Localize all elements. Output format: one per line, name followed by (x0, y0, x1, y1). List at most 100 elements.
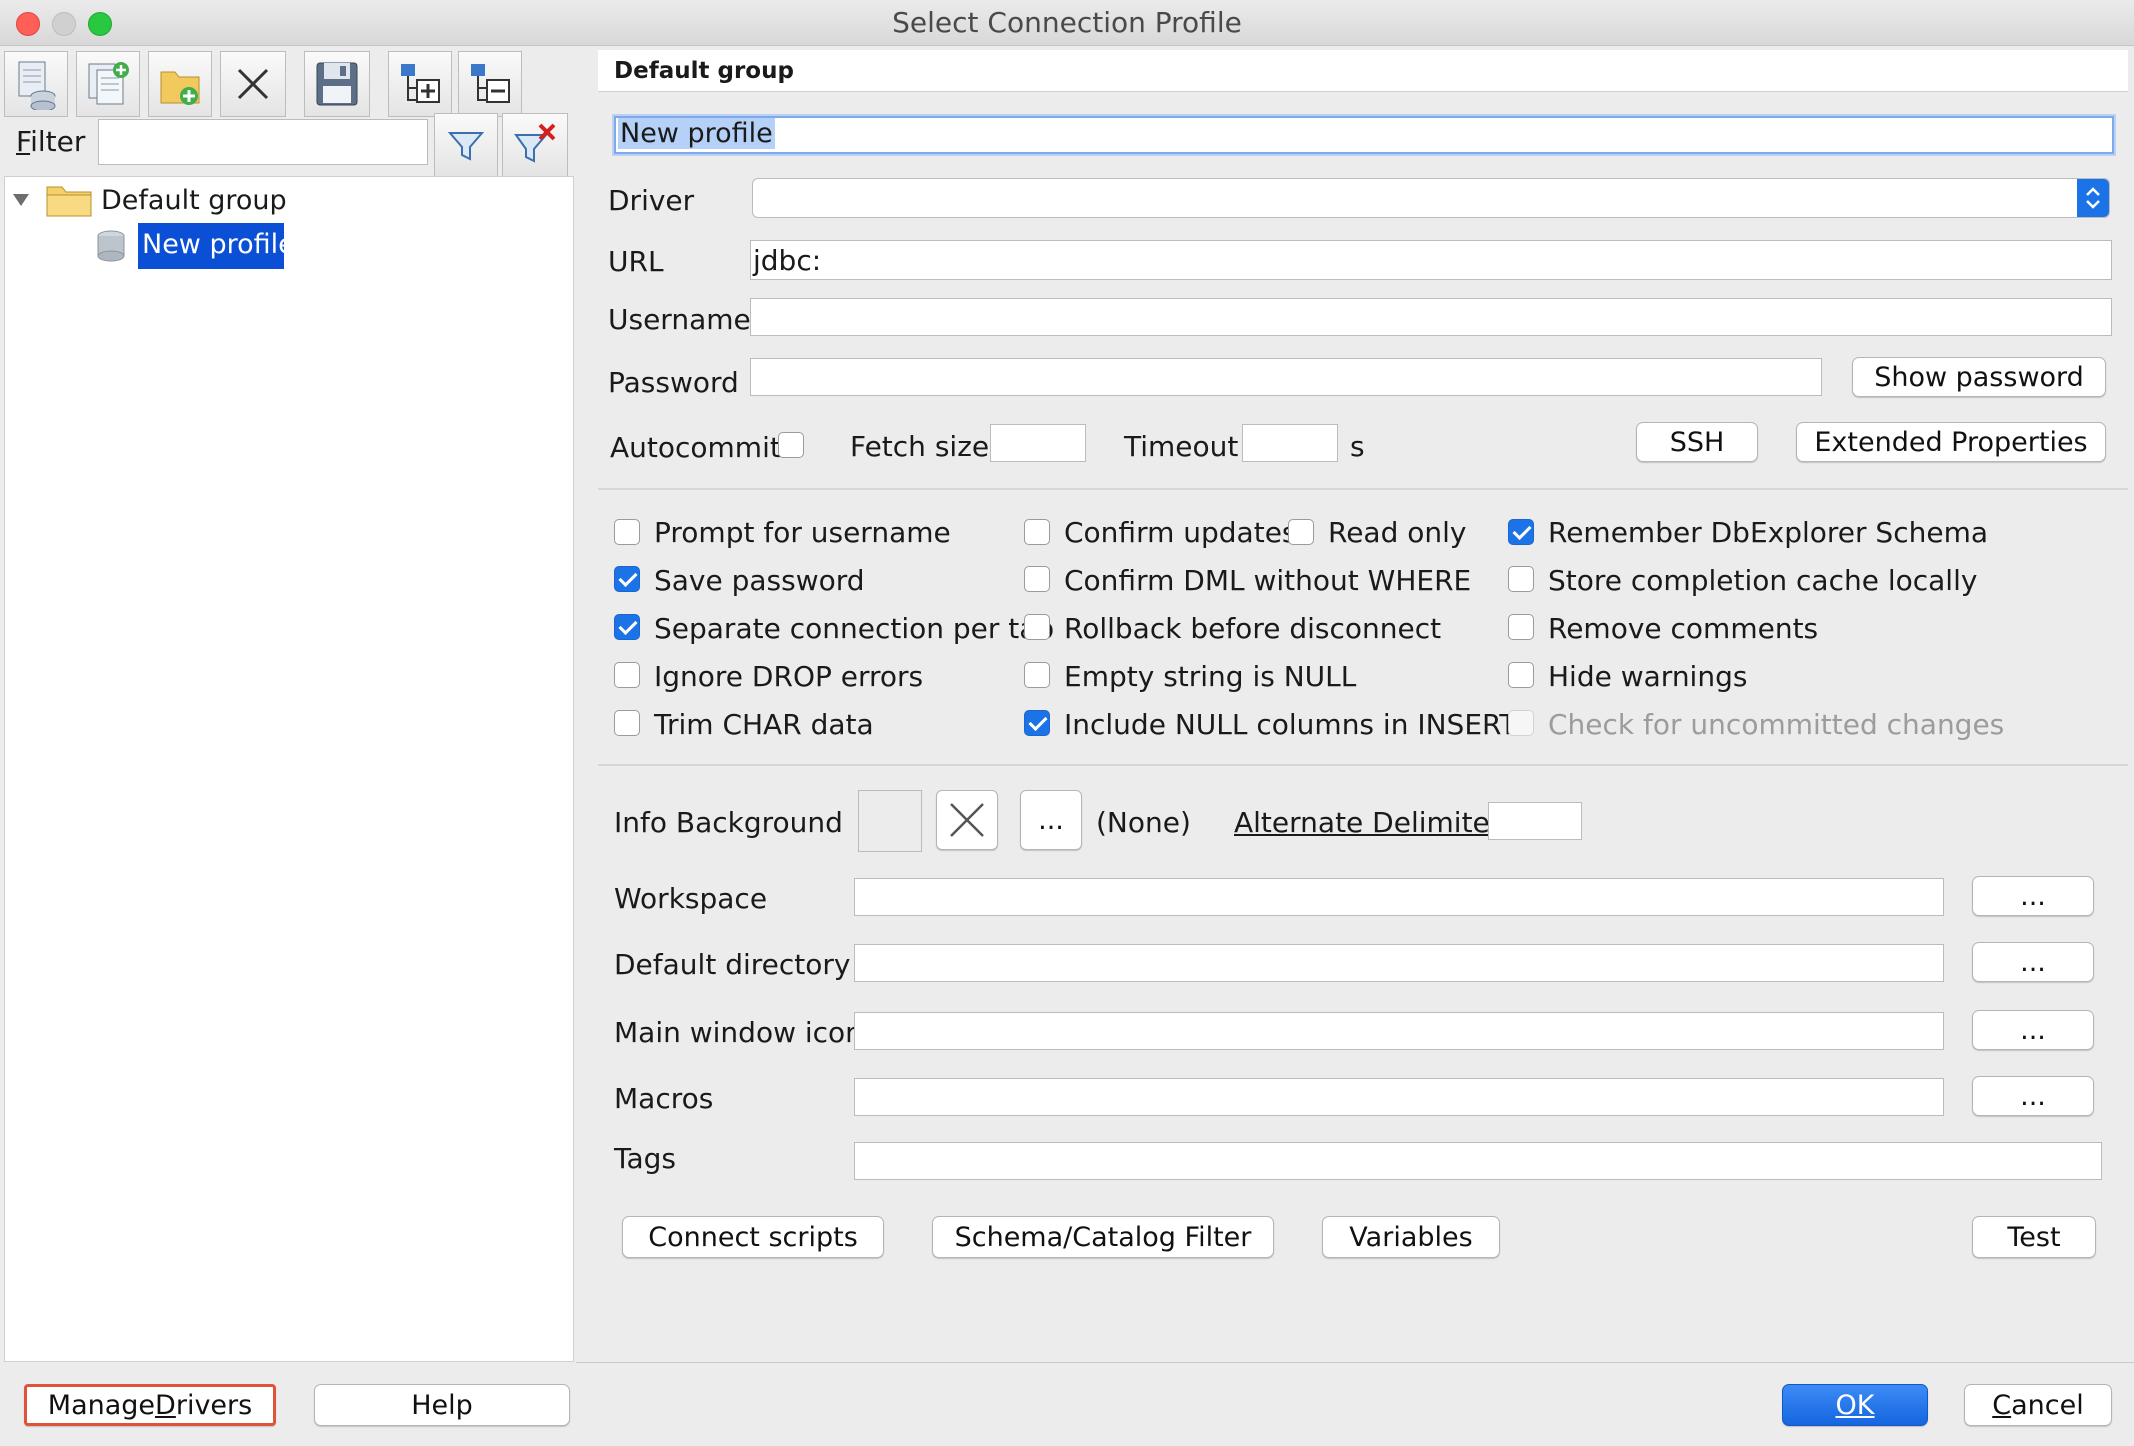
store-cache-checkbox[interactable] (1508, 566, 1534, 592)
new-group-icon (160, 71, 200, 105)
info-background-label: Info Background (614, 806, 843, 839)
remove-comments-label: Remove comments (1548, 612, 1819, 645)
profile-name-input[interactable]: New profile (614, 116, 2114, 154)
prompt-username-label: Prompt for username (654, 516, 951, 549)
new-profile-button[interactable] (4, 51, 68, 117)
copy-profile-button[interactable] (76, 51, 140, 117)
include-null-columns-checkbox[interactable] (1024, 710, 1050, 736)
remember-schema-label: Remember DbExplorer Schema (1548, 516, 1989, 549)
seconds-unit: s (1350, 430, 1365, 463)
confirm-dml-checkbox[interactable] (1024, 566, 1050, 592)
hide-warnings-checkbox[interactable] (1508, 662, 1534, 688)
workspace-browse-button[interactable]: ... (1972, 876, 2094, 916)
separator (576, 1362, 2134, 1363)
trim-char-label: Trim CHAR data (654, 708, 874, 741)
timeout-input[interactable] (1242, 424, 1338, 462)
ignore-drop-errors-checkbox[interactable] (614, 662, 640, 688)
driver-label: Driver (608, 184, 695, 217)
color-swatch[interactable] (858, 790, 922, 852)
driver-select[interactable] (752, 178, 2110, 218)
tree-item-new-profile[interactable]: New profile (138, 223, 295, 269)
rollback-disconnect-label: Rollback before disconnect (1064, 612, 1442, 645)
cancel-button[interactable]: Cancel (1964, 1384, 2112, 1426)
username-input[interactable] (750, 298, 2112, 336)
extended-properties-button[interactable]: Extended Properties (1796, 422, 2106, 462)
manage-drivers-button[interactable]: Manage Drivers (24, 1384, 276, 1426)
password-input[interactable] (750, 358, 1822, 396)
confirm-dml-label: Confirm DML without WHERE (1064, 564, 1472, 597)
confirm-updates-checkbox[interactable] (1024, 519, 1050, 545)
trim-char-checkbox[interactable] (614, 710, 640, 736)
fetch-size-label: Fetch size (850, 430, 990, 463)
confirm-updates-label: Confirm updates (1064, 516, 1297, 549)
delete-profile-button[interactable] (220, 51, 286, 117)
collapse-tree-button[interactable] (458, 51, 522, 117)
expand-arrow-icon[interactable] (11, 191, 31, 209)
select-arrows-icon (2077, 179, 2109, 217)
username-label: Username (608, 303, 751, 336)
show-password-button[interactable]: Show password (1852, 357, 2106, 397)
filter-label: Filter (16, 125, 86, 158)
rollback-disconnect-checkbox[interactable] (1024, 614, 1050, 640)
connect-scripts-button[interactable]: Connect scripts (622, 1216, 884, 1258)
store-cache-label: Store completion cache locally (1548, 564, 1978, 597)
expand-tree-button[interactable] (388, 51, 452, 117)
folder-icon (46, 186, 92, 217)
default-directory-browse-button[interactable]: ... (1972, 942, 2094, 982)
expand-tree-icon (401, 64, 440, 103)
default-directory-input[interactable] (854, 944, 1944, 982)
fetch-size-input[interactable] (990, 424, 1086, 462)
alternate-delimiter-input[interactable] (1488, 802, 1582, 840)
uncommitted-changes-label: Check for uncommitted changes (1548, 708, 2005, 741)
help-button[interactable]: Help (314, 1384, 570, 1426)
autocommit-checkbox[interactable] (778, 432, 804, 458)
remove-comments-checkbox[interactable] (1508, 614, 1534, 640)
empty-string-null-checkbox[interactable] (1024, 662, 1050, 688)
apply-filter-button[interactable] (434, 113, 498, 177)
password-label: Password (608, 366, 739, 399)
separate-connection-label: Separate connection per tab (654, 612, 1055, 645)
main-window-icon-browse-button[interactable]: ... (1972, 1010, 2094, 1050)
url-label: URL (608, 245, 664, 278)
test-connection-button[interactable]: Test (1972, 1216, 2096, 1258)
workspace-input[interactable] (854, 878, 1944, 916)
prompt-username-checkbox[interactable] (614, 519, 640, 545)
macros-input[interactable] (854, 1078, 1944, 1116)
connection-profile-dialog: Select Connection Profile Filter Default… (0, 0, 2134, 1446)
ok-button[interactable]: OK (1782, 1384, 1928, 1426)
read-only-checkbox[interactable] (1288, 519, 1314, 545)
separator (598, 764, 2128, 766)
separate-connection-checkbox[interactable] (614, 614, 640, 640)
schema-catalog-filter-button[interactable]: Schema/Catalog Filter (932, 1216, 1274, 1258)
uncommitted-changes-checkbox (1508, 710, 1534, 736)
group-title: Default group (614, 58, 794, 84)
choose-color-button[interactable]: ... (1020, 790, 1082, 850)
hide-warnings-label: Hide warnings (1548, 660, 1748, 693)
include-null-columns-label: Include NULL columns in INSERTs (1064, 708, 1527, 741)
main-window-icon-input[interactable] (854, 1012, 1944, 1050)
clear-filter-button[interactable] (502, 113, 568, 177)
new-group-button[interactable] (148, 51, 212, 117)
ssh-button[interactable]: SSH (1636, 422, 1758, 462)
autocommit-label: Autocommit (610, 431, 781, 464)
reset-color-button[interactable] (936, 790, 998, 850)
read-only-label: Read only (1328, 516, 1467, 549)
save-password-label: Save password (654, 564, 865, 597)
tree-group-default[interactable]: Default group (101, 185, 287, 216)
macros-browse-button[interactable]: ... (1972, 1076, 2094, 1116)
remember-schema-checkbox[interactable] (1508, 519, 1534, 545)
separator (598, 488, 2128, 490)
tags-input[interactable] (854, 1142, 2102, 1180)
profile-tree: Default group New profile (4, 176, 574, 1362)
filter-input[interactable] (98, 119, 428, 165)
save-profiles-button[interactable] (304, 51, 370, 117)
save-icon (316, 62, 358, 106)
new-profile-icon (18, 61, 56, 110)
tree-item-label: New profile (142, 229, 295, 260)
ignore-drop-errors-label: Ignore DROP errors (654, 660, 924, 693)
filter-icon (447, 132, 485, 161)
save-password-checkbox[interactable] (614, 566, 640, 592)
url-input[interactable]: jdbc: (750, 240, 2112, 280)
variables-button[interactable]: Variables (1322, 1216, 1500, 1258)
color-value: (None) (1096, 806, 1191, 839)
